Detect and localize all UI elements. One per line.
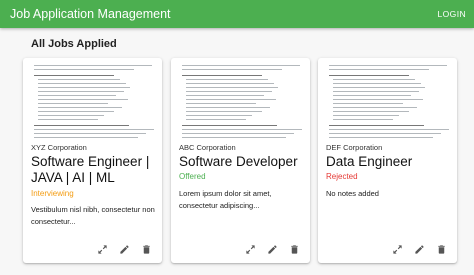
thumbnail-text-line: [333, 95, 411, 97]
thumbnail-text-line: [34, 69, 134, 71]
thumbnail-text-line: [34, 75, 114, 77]
company-name: XYZ Corporation: [31, 143, 87, 152]
thumbnail-text-line: [186, 111, 262, 113]
thumbnail-text-line: [38, 99, 128, 101]
thumbnail-text-line: [186, 83, 274, 85]
company-name: ABC Corporation: [179, 143, 236, 152]
status-label: Offered: [179, 172, 206, 181]
thumbnail-text-line: [34, 133, 146, 135]
thumbnail-text-line: [186, 107, 270, 109]
thumbnail-text-line: [186, 91, 272, 93]
thumbnail-text-line: [329, 125, 424, 127]
thumbnail-text-line: [182, 129, 302, 131]
thumbnail-text-line: [333, 107, 417, 109]
thumbnail-text-line: [186, 95, 264, 97]
thumbnail-text-line: [182, 133, 294, 135]
thumbnail-text-line: [38, 95, 116, 97]
thumbnail-text-line: [182, 65, 300, 67]
job-card[interactable]: ABC Corporation Software Developer Offer…: [171, 58, 310, 263]
thumbnail-text-line: [186, 119, 246, 121]
status-label: Rejected: [326, 172, 358, 181]
thumbnail-text-line: [182, 69, 282, 71]
delete-icon[interactable]: [289, 244, 300, 255]
thumbnail-text-line: [34, 65, 152, 67]
edit-icon[interactable]: [267, 244, 278, 255]
thumbnail-text-line: [38, 111, 114, 113]
card-actions: [245, 244, 300, 255]
job-description-thumbnail: [178, 62, 303, 140]
thumbnail-text-line: [182, 125, 277, 127]
thumbnail-text-line: [329, 129, 449, 131]
thumbnail-text-line: [38, 91, 124, 93]
edit-icon[interactable]: [119, 244, 130, 255]
job-card[interactable]: XYZ Corporation Software Engineer | JAVA…: [23, 58, 162, 263]
card-actions: [97, 244, 152, 255]
thumbnail-text-line: [329, 69, 429, 71]
card-actions: [392, 244, 447, 255]
thumbnail-text-line: [333, 87, 425, 89]
thumbnail-text-line: [333, 79, 415, 81]
thumbnail-text-line: [38, 103, 108, 105]
thumbnail-text-line: [186, 103, 256, 105]
thumbnail-text-line: [182, 137, 286, 139]
job-description-thumbnail: [30, 62, 155, 140]
thumbnail-text-line: [333, 103, 403, 105]
notes-text: Lorem ipsum dolor sit amet, consectetur …: [179, 189, 272, 210]
thumbnail-text-line: [186, 79, 268, 81]
notes-text: No notes added: [326, 189, 379, 198]
delete-icon[interactable]: [141, 244, 152, 255]
job-role: Software Developer: [179, 154, 298, 169]
thumbnail-text-line: [34, 129, 154, 131]
thumbnail-text-line: [186, 115, 252, 117]
thumbnail-text-line: [38, 115, 104, 117]
thumbnail-text-line: [186, 99, 276, 101]
edit-icon[interactable]: [414, 244, 425, 255]
thumbnail-text-line: [329, 65, 447, 67]
thumbnail-text-line: [333, 99, 423, 101]
thumbnail-text-line: [38, 107, 122, 109]
thumbnail-text-line: [333, 119, 393, 121]
delete-icon[interactable]: [436, 244, 447, 255]
thumbnail-text-line: [329, 133, 441, 135]
job-role: Data Engineer: [326, 154, 413, 169]
thumbnail-text-line: [38, 83, 126, 85]
thumbnail-text-line: [333, 115, 399, 117]
status-label: Interviewing: [31, 189, 74, 198]
job-role: Software Engineer | JAVA | AI | ML: [31, 154, 150, 185]
thumbnail-text-line: [333, 91, 419, 93]
expand-icon[interactable]: [97, 244, 108, 255]
thumbnail-text-line: [38, 119, 98, 121]
job-card[interactable]: DEF Corporation Data Engineer Rejected N…: [318, 58, 457, 263]
login-button[interactable]: LOGIN: [438, 9, 466, 19]
thumbnail-text-line: [38, 87, 130, 89]
page-title: All Jobs Applied: [31, 38, 117, 50]
notes-text: Vestibulum nisl nibh, consectetur non co…: [31, 205, 155, 226]
expand-icon[interactable]: [392, 244, 403, 255]
expand-icon[interactable]: [245, 244, 256, 255]
thumbnail-text-line: [34, 137, 138, 139]
thumbnail-text-line: [333, 111, 409, 113]
app-title: Job Application Management: [10, 7, 171, 21]
job-description-thumbnail: [325, 62, 450, 140]
thumbnail-text-line: [333, 83, 421, 85]
thumbnail-text-line: [34, 125, 129, 127]
thumbnail-text-line: [38, 79, 120, 81]
thumbnail-text-line: [186, 87, 278, 89]
thumbnail-text-line: [329, 137, 433, 139]
company-name: DEF Corporation: [326, 143, 383, 152]
app-bar: Job Application Management LOGIN: [0, 0, 474, 28]
thumbnail-text-line: [329, 75, 409, 77]
thumbnail-text-line: [182, 75, 262, 77]
